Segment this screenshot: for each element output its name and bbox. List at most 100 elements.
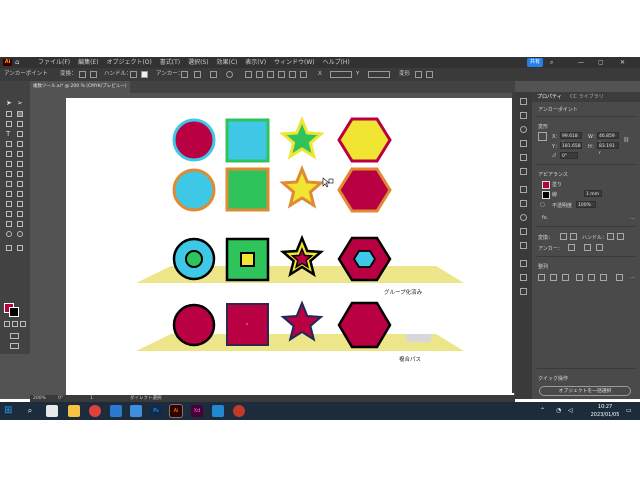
network-icon[interactable]: ◔	[556, 405, 568, 417]
compound-hexagon[interactable]	[337, 301, 392, 349]
direct-selection-tool-icon[interactable]: ➢	[17, 100, 23, 107]
xd-icon[interactable]: Xd	[191, 405, 203, 417]
align-right-icon[interactable]	[562, 274, 569, 281]
file-explorer-icon[interactable]	[68, 405, 80, 417]
task-view-icon[interactable]	[46, 405, 58, 417]
stroke-panel-icon[interactable]	[520, 186, 527, 193]
tab-properties[interactable]: プロパティ	[537, 92, 562, 102]
zoom-tool-icon[interactable]	[17, 231, 23, 237]
menu-window[interactable]: ウィンドウ(W)	[274, 59, 315, 66]
square-cyan-green-stroke[interactable]	[225, 118, 270, 163]
square-green-orange-stroke[interactable]	[225, 167, 270, 212]
anchor-connect-icon[interactable]	[584, 244, 591, 251]
more-options-icon[interactable]: …	[630, 215, 635, 221]
fill-stroke-default-icon[interactable]	[6, 245, 12, 251]
convert-smooth-icon[interactable]	[90, 71, 97, 78]
align-bottom-icon[interactable]	[300, 71, 307, 78]
hexagon-cyan-inner[interactable]	[352, 250, 377, 268]
transparency-panel-icon[interactable]	[520, 214, 527, 221]
blend-tool-icon[interactable]	[17, 201, 23, 207]
menu-object[interactable]: オブジェクト(O)	[106, 59, 151, 66]
graphic-styles-panel-icon[interactable]	[520, 242, 527, 249]
zoom-app-icon[interactable]	[110, 405, 122, 417]
selection-tool-icon[interactable]: ➤	[6, 100, 12, 107]
align-top-icon[interactable]	[576, 274, 583, 281]
eyedropper-tool-icon[interactable]	[6, 201, 12, 207]
control-x-field[interactable]	[330, 71, 352, 78]
more-options-icon[interactable]	[426, 71, 433, 78]
notification-icon[interactable]: ▭	[626, 405, 638, 417]
close-icon[interactable]: ✕	[620, 57, 625, 68]
layers-panel-icon[interactable]	[520, 112, 527, 119]
shape-builder-tool-icon[interactable]	[6, 181, 12, 187]
menu-file[interactable]: ファイル(F)	[38, 59, 70, 66]
align-vcenter-icon[interactable]	[588, 274, 595, 281]
convert-smooth-icon[interactable]	[570, 233, 577, 240]
search-icon[interactable]: ⌕	[550, 57, 553, 68]
share-button[interactable]: 共有	[527, 58, 544, 67]
swatches-panel-icon[interactable]	[520, 140, 527, 147]
artboard-tool-icon[interactable]	[6, 221, 12, 227]
gradient-tool-icon[interactable]	[17, 191, 23, 197]
anchor-cut-icon[interactable]	[596, 244, 603, 251]
curvature-tool-icon[interactable]	[17, 121, 23, 127]
align-right-icon[interactable]	[267, 71, 274, 78]
tray-chevron-icon[interactable]: ⌃	[540, 405, 552, 417]
stroke-swatch[interactable]	[9, 307, 19, 317]
align-middle-icon[interactable]	[289, 71, 296, 78]
width-tool-icon[interactable]	[6, 171, 12, 177]
minimize-icon[interactable]: —	[578, 57, 584, 68]
align-center-icon[interactable]	[256, 71, 263, 78]
artboard[interactable]: グループ化済み 複合パス	[66, 98, 514, 399]
align-left-icon[interactable]	[245, 71, 252, 78]
stroke-color-swatch[interactable]	[542, 191, 550, 199]
search-icon[interactable]: ⌕	[24, 405, 36, 417]
pencil-tool-icon[interactable]	[6, 151, 12, 157]
libraries-panel-icon[interactable]	[520, 288, 527, 295]
anchor-cut-icon[interactable]	[210, 71, 217, 78]
symbols-panel-icon[interactable]	[520, 168, 527, 175]
w-field[interactable]: 46.859 r	[597, 132, 619, 146]
constrain-proportions-icon[interactable]: ⛓	[623, 137, 629, 143]
brushes-panel-icon[interactable]	[520, 154, 527, 161]
eraser-tool-icon[interactable]	[17, 151, 23, 157]
align-hcenter-icon[interactable]	[550, 274, 557, 281]
menu-view[interactable]: 表示(V)	[245, 59, 266, 66]
anchor-remove-icon[interactable]	[568, 244, 575, 251]
square-yellow-inner[interactable]	[240, 252, 255, 267]
reference-point-icon[interactable]	[538, 132, 547, 141]
paintbrush-tool-icon[interactable]	[17, 141, 23, 147]
draw-mode-icon[interactable]	[10, 333, 19, 339]
rotate-tool-icon[interactable]	[6, 161, 12, 167]
fill-color-swatch[interactable]	[542, 181, 550, 189]
mail-icon[interactable]	[130, 405, 142, 417]
menu-effect[interactable]: 効果(C)	[217, 59, 238, 66]
menu-help[interactable]: ヘルプ(H)	[323, 59, 350, 66]
select-all-objects-button[interactable]: オブジェクトを一括選択	[539, 386, 631, 396]
circle-green-inner[interactable]	[185, 250, 203, 268]
circle-cyan-orange-stroke[interactable]	[172, 168, 216, 212]
properties-panel-icon[interactable]	[520, 98, 527, 105]
layers-stack-icon[interactable]	[520, 260, 527, 267]
type-tool-icon[interactable]: T	[6, 131, 12, 138]
anchor-remove-icon[interactable]	[181, 71, 188, 78]
gradient-mode-icon[interactable]	[12, 321, 18, 327]
color-mode-icon[interactable]	[4, 321, 10, 327]
pen-tool-icon[interactable]	[6, 121, 12, 127]
stroke-weight-field[interactable]: 1 mm	[584, 190, 602, 197]
rectangle-tool-icon[interactable]	[6, 141, 12, 147]
swap-fill-stroke-icon[interactable]	[17, 245, 23, 251]
more-options-icon[interactable]: …	[630, 274, 635, 280]
windows-start-icon[interactable]: ⊞	[4, 405, 16, 417]
photoshop-icon[interactable]: Ps	[150, 405, 162, 417]
h-field[interactable]: 83.191 r	[597, 142, 619, 156]
gradient-panel-icon[interactable]	[520, 200, 527, 207]
arrange-icon[interactable]	[415, 71, 422, 78]
anchor-connect-icon[interactable]	[194, 71, 201, 78]
screen-mode-icon[interactable]	[10, 343, 19, 349]
control-transform-label[interactable]: 変形	[399, 68, 410, 81]
vscode-icon[interactable]	[212, 405, 224, 417]
magic-wand-tool-icon[interactable]	[6, 111, 12, 117]
handle-show-icon[interactable]	[607, 233, 614, 240]
opacity-field[interactable]: 100%	[576, 201, 596, 208]
